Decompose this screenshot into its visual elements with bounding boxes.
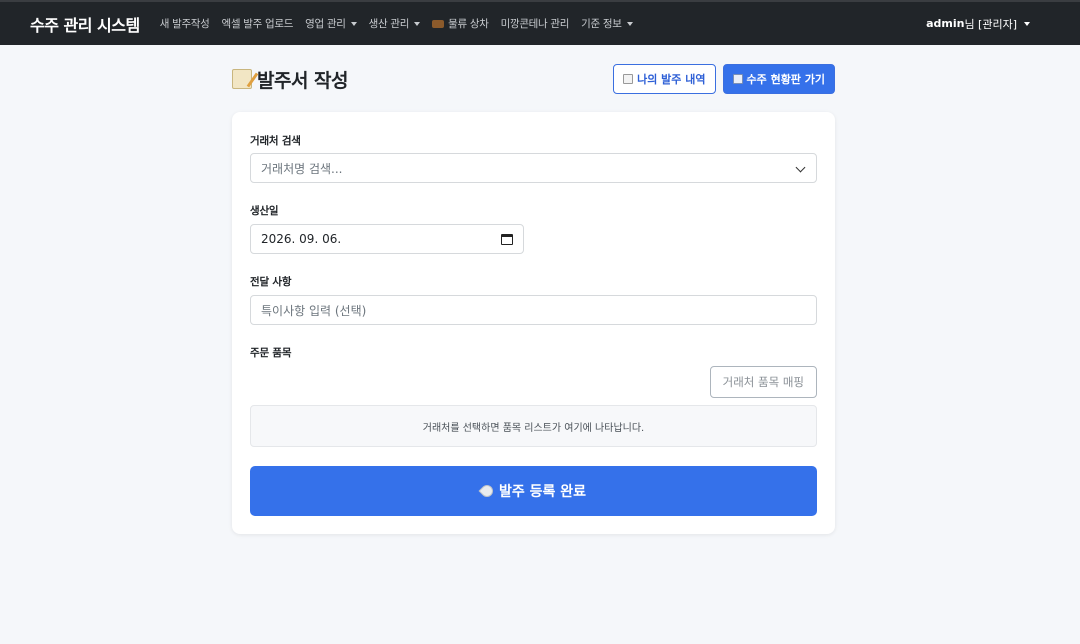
nav-item-sales[interactable]: 영업 관리 <box>305 16 357 31</box>
top-navbar: 수주 관리 시스템 새 발주작성 엑셀 발주 업로드 영업 관리 생산 관리 물… <box>0 0 1080 45</box>
page-header: 발주서 작성 나의 발주 내역 수주 현황판 가기 <box>232 64 835 94</box>
items-empty-message: 거래처를 선택하면 품목 리스트가 여기에 나타납니다. <box>250 405 817 447</box>
caret-down-icon <box>414 21 421 26</box>
date-label: 생산일 <box>250 205 279 217</box>
submit-label: 발주 등록 완료 <box>498 484 587 500</box>
note-label: 전달 사항 <box>250 276 292 288</box>
header-actions: 나의 발주 내역 수주 현황판 가기 <box>613 64 835 94</box>
nav-item-new-order[interactable]: 새 발주작성 <box>160 16 210 31</box>
date-value: 2026. 09. 06. <box>261 232 342 246</box>
chevron-down-icon <box>795 162 806 173</box>
nav-item-label: 새 발주작성 <box>159 18 210 30</box>
caret-down-icon <box>626 21 633 26</box>
user-menu[interactable]: admin 님 [관리자] <box>926 16 1030 32</box>
nav-item-label: 엑셀 발주 업로드 <box>221 18 294 30</box>
nav-item-label: 기준 정보 <box>581 18 622 30</box>
nav-item-label: 미깡콘테나 관리 <box>500 18 570 30</box>
order-form-card: 거래처 검색 거래처명 검색... 생산일 2026. 09. 06. 전달 사… <box>232 112 835 534</box>
nav-menu: 새 발주작성 엑셀 발주 업로드 영업 관리 생산 관리 물류 상차 미깡콘테나… <box>160 16 926 31</box>
page-title-text: 발주서 작성 <box>257 69 349 92</box>
button-label: 나의 발주 내역 <box>637 73 706 86</box>
note-placeholder: 특이사항 입력 (선택) <box>261 303 367 318</box>
button-label: 수주 현황판 가기 <box>746 73 826 86</box>
nav-item-container[interactable]: 미깡콘테나 관리 <box>501 16 570 31</box>
nav-item-label: 영업 관리 <box>305 18 346 30</box>
client-search-select[interactable]: 거래처명 검색... <box>250 153 817 183</box>
production-date-input[interactable]: 2026. 09. 06. <box>250 224 524 254</box>
truck-icon <box>432 19 445 28</box>
dashboard-button[interactable]: 수주 현황판 가기 <box>722 64 835 94</box>
user-name: admin <box>926 17 965 30</box>
chart-icon <box>732 74 743 84</box>
nav-item-label: 생산 관리 <box>368 18 410 30</box>
nav-item-excel-upload[interactable]: 엑셀 발주 업로드 <box>222 16 294 31</box>
nav-item-label: 물류 상차 <box>448 18 489 30</box>
my-orders-button[interactable]: 나의 발주 내역 <box>613 64 716 94</box>
items-label: 주문 품목 <box>250 347 292 359</box>
rocket-icon <box>478 482 496 500</box>
client-placeholder: 거래처명 검색... <box>261 161 343 176</box>
nav-item-production[interactable]: 생산 관리 <box>368 16 421 31</box>
memo-icon <box>232 69 252 89</box>
empty-message-text: 거래처를 선택하면 품목 리스트가 여기에 나타납니다. <box>422 422 645 434</box>
page-title: 발주서 작성 <box>232 66 349 93</box>
submit-order-button[interactable]: 발주 등록 완료 <box>250 466 817 516</box>
nav-item-master-data[interactable]: 기준 정보 <box>581 16 633 31</box>
calendar-icon[interactable] <box>501 234 513 245</box>
note-input[interactable]: 특이사항 입력 (선택) <box>250 295 817 325</box>
user-role: 님 [관리자] <box>964 17 1017 31</box>
caret-down-icon <box>1024 21 1030 26</box>
clipboard-icon <box>623 74 634 84</box>
client-label: 거래처 검색 <box>250 135 301 147</box>
nav-item-logistics[interactable]: 물류 상차 <box>432 16 489 31</box>
map-items-button[interactable]: 거래처 품목 매핑 <box>709 366 817 398</box>
caret-down-icon <box>350 21 357 26</box>
brand-title[interactable]: 수주 관리 시스템 <box>30 12 140 36</box>
